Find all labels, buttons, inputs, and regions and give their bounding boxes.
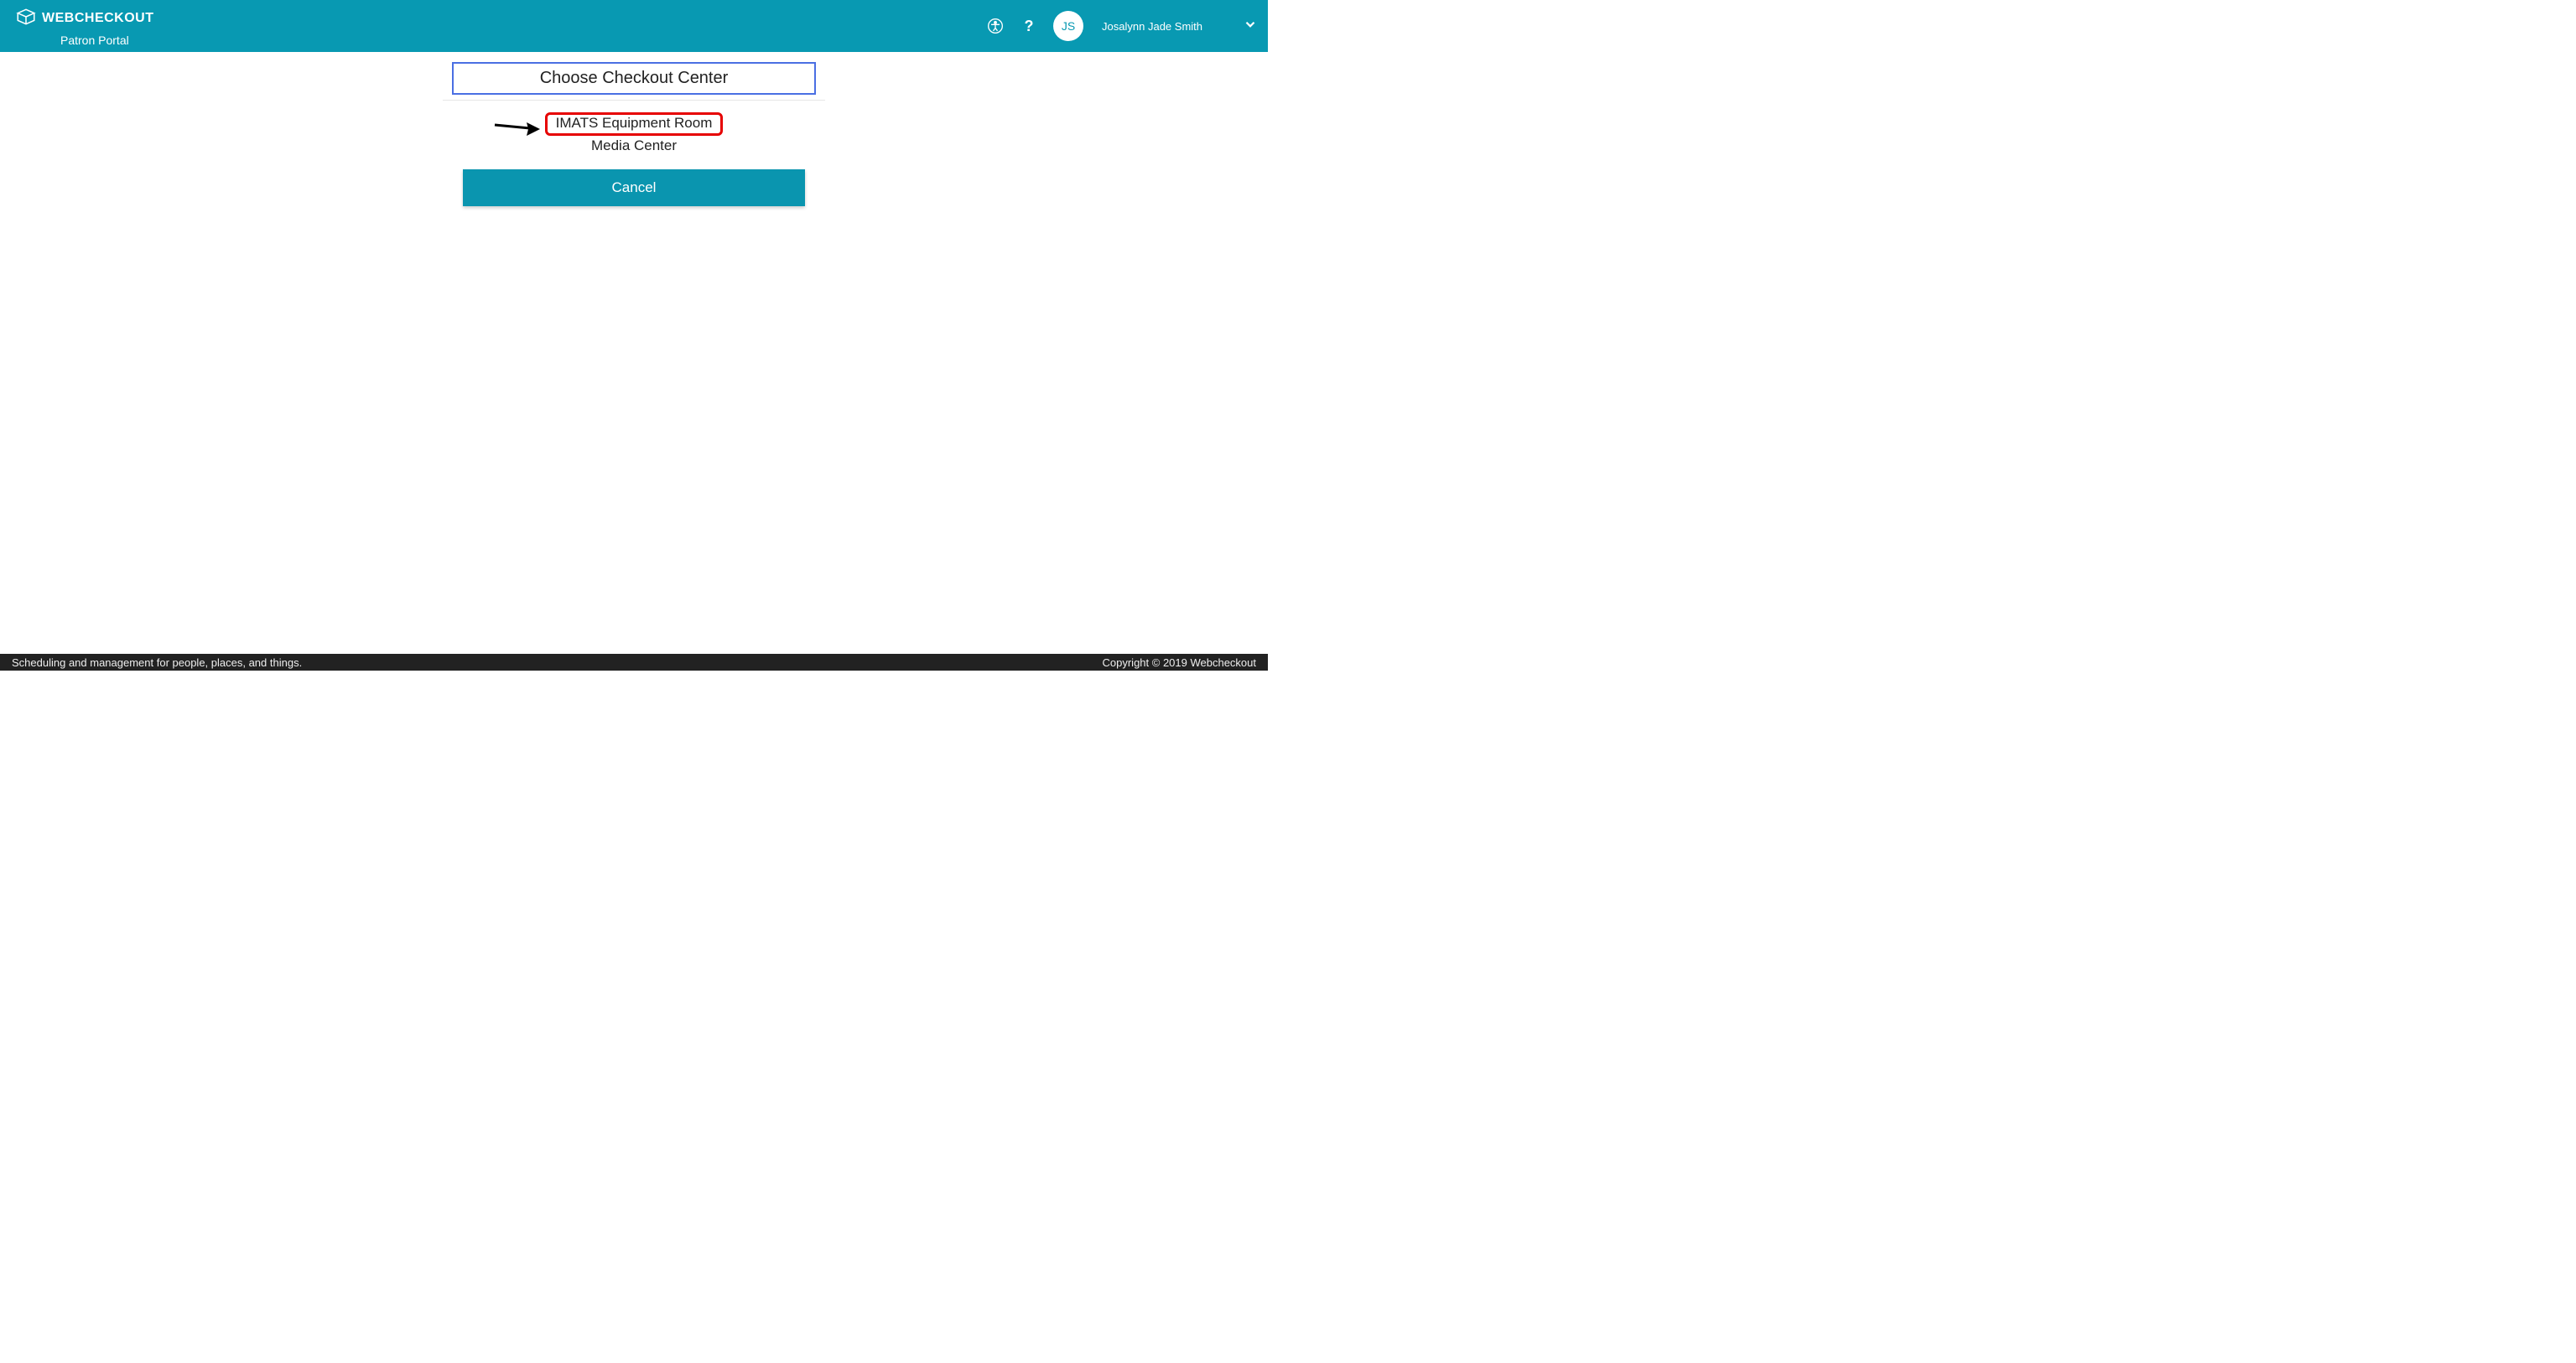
divider: [443, 100, 825, 101]
user-name: Josalynn Jade Smith: [1102, 20, 1202, 33]
cancel-button[interactable]: Cancel: [463, 169, 805, 206]
center-panel: Choose Checkout Center IMATS Equipment R…: [443, 62, 825, 206]
footer: Scheduling and management for people, pl…: [0, 654, 1268, 671]
center-option-imats[interactable]: IMATS Equipment Room: [545, 112, 724, 136]
chevron-down-icon[interactable]: [1243, 17, 1258, 36]
box-icon: [15, 6, 37, 32]
help-icon[interactable]: ?: [1020, 17, 1038, 35]
header: WEBCHECKOUT Patron Portal ? JS Josalynn …: [0, 0, 1268, 52]
brand-top[interactable]: WEBCHECKOUT: [15, 6, 154, 32]
main: Choose Checkout Center IMATS Equipment R…: [0, 52, 1268, 206]
choose-center-title[interactable]: Choose Checkout Center: [452, 62, 816, 95]
footer-left: Scheduling and management for people, pl…: [12, 656, 302, 669]
brand-name: WEBCHECKOUT: [42, 11, 154, 26]
accessibility-icon[interactable]: [986, 17, 1005, 35]
brand-subtitle: Patron Portal: [60, 34, 129, 47]
arrow-icon: [493, 117, 540, 136]
option-highlight-wrap: IMATS Equipment Room: [545, 112, 724, 136]
center-option-media[interactable]: Media Center: [591, 137, 677, 154]
header-right: ? JS Josalynn Jade Smith: [986, 11, 1258, 41]
brand: WEBCHECKOUT Patron Portal: [15, 6, 154, 47]
footer-right: Copyright © 2019 Webcheckout: [1103, 656, 1257, 669]
avatar[interactable]: JS: [1053, 11, 1083, 41]
